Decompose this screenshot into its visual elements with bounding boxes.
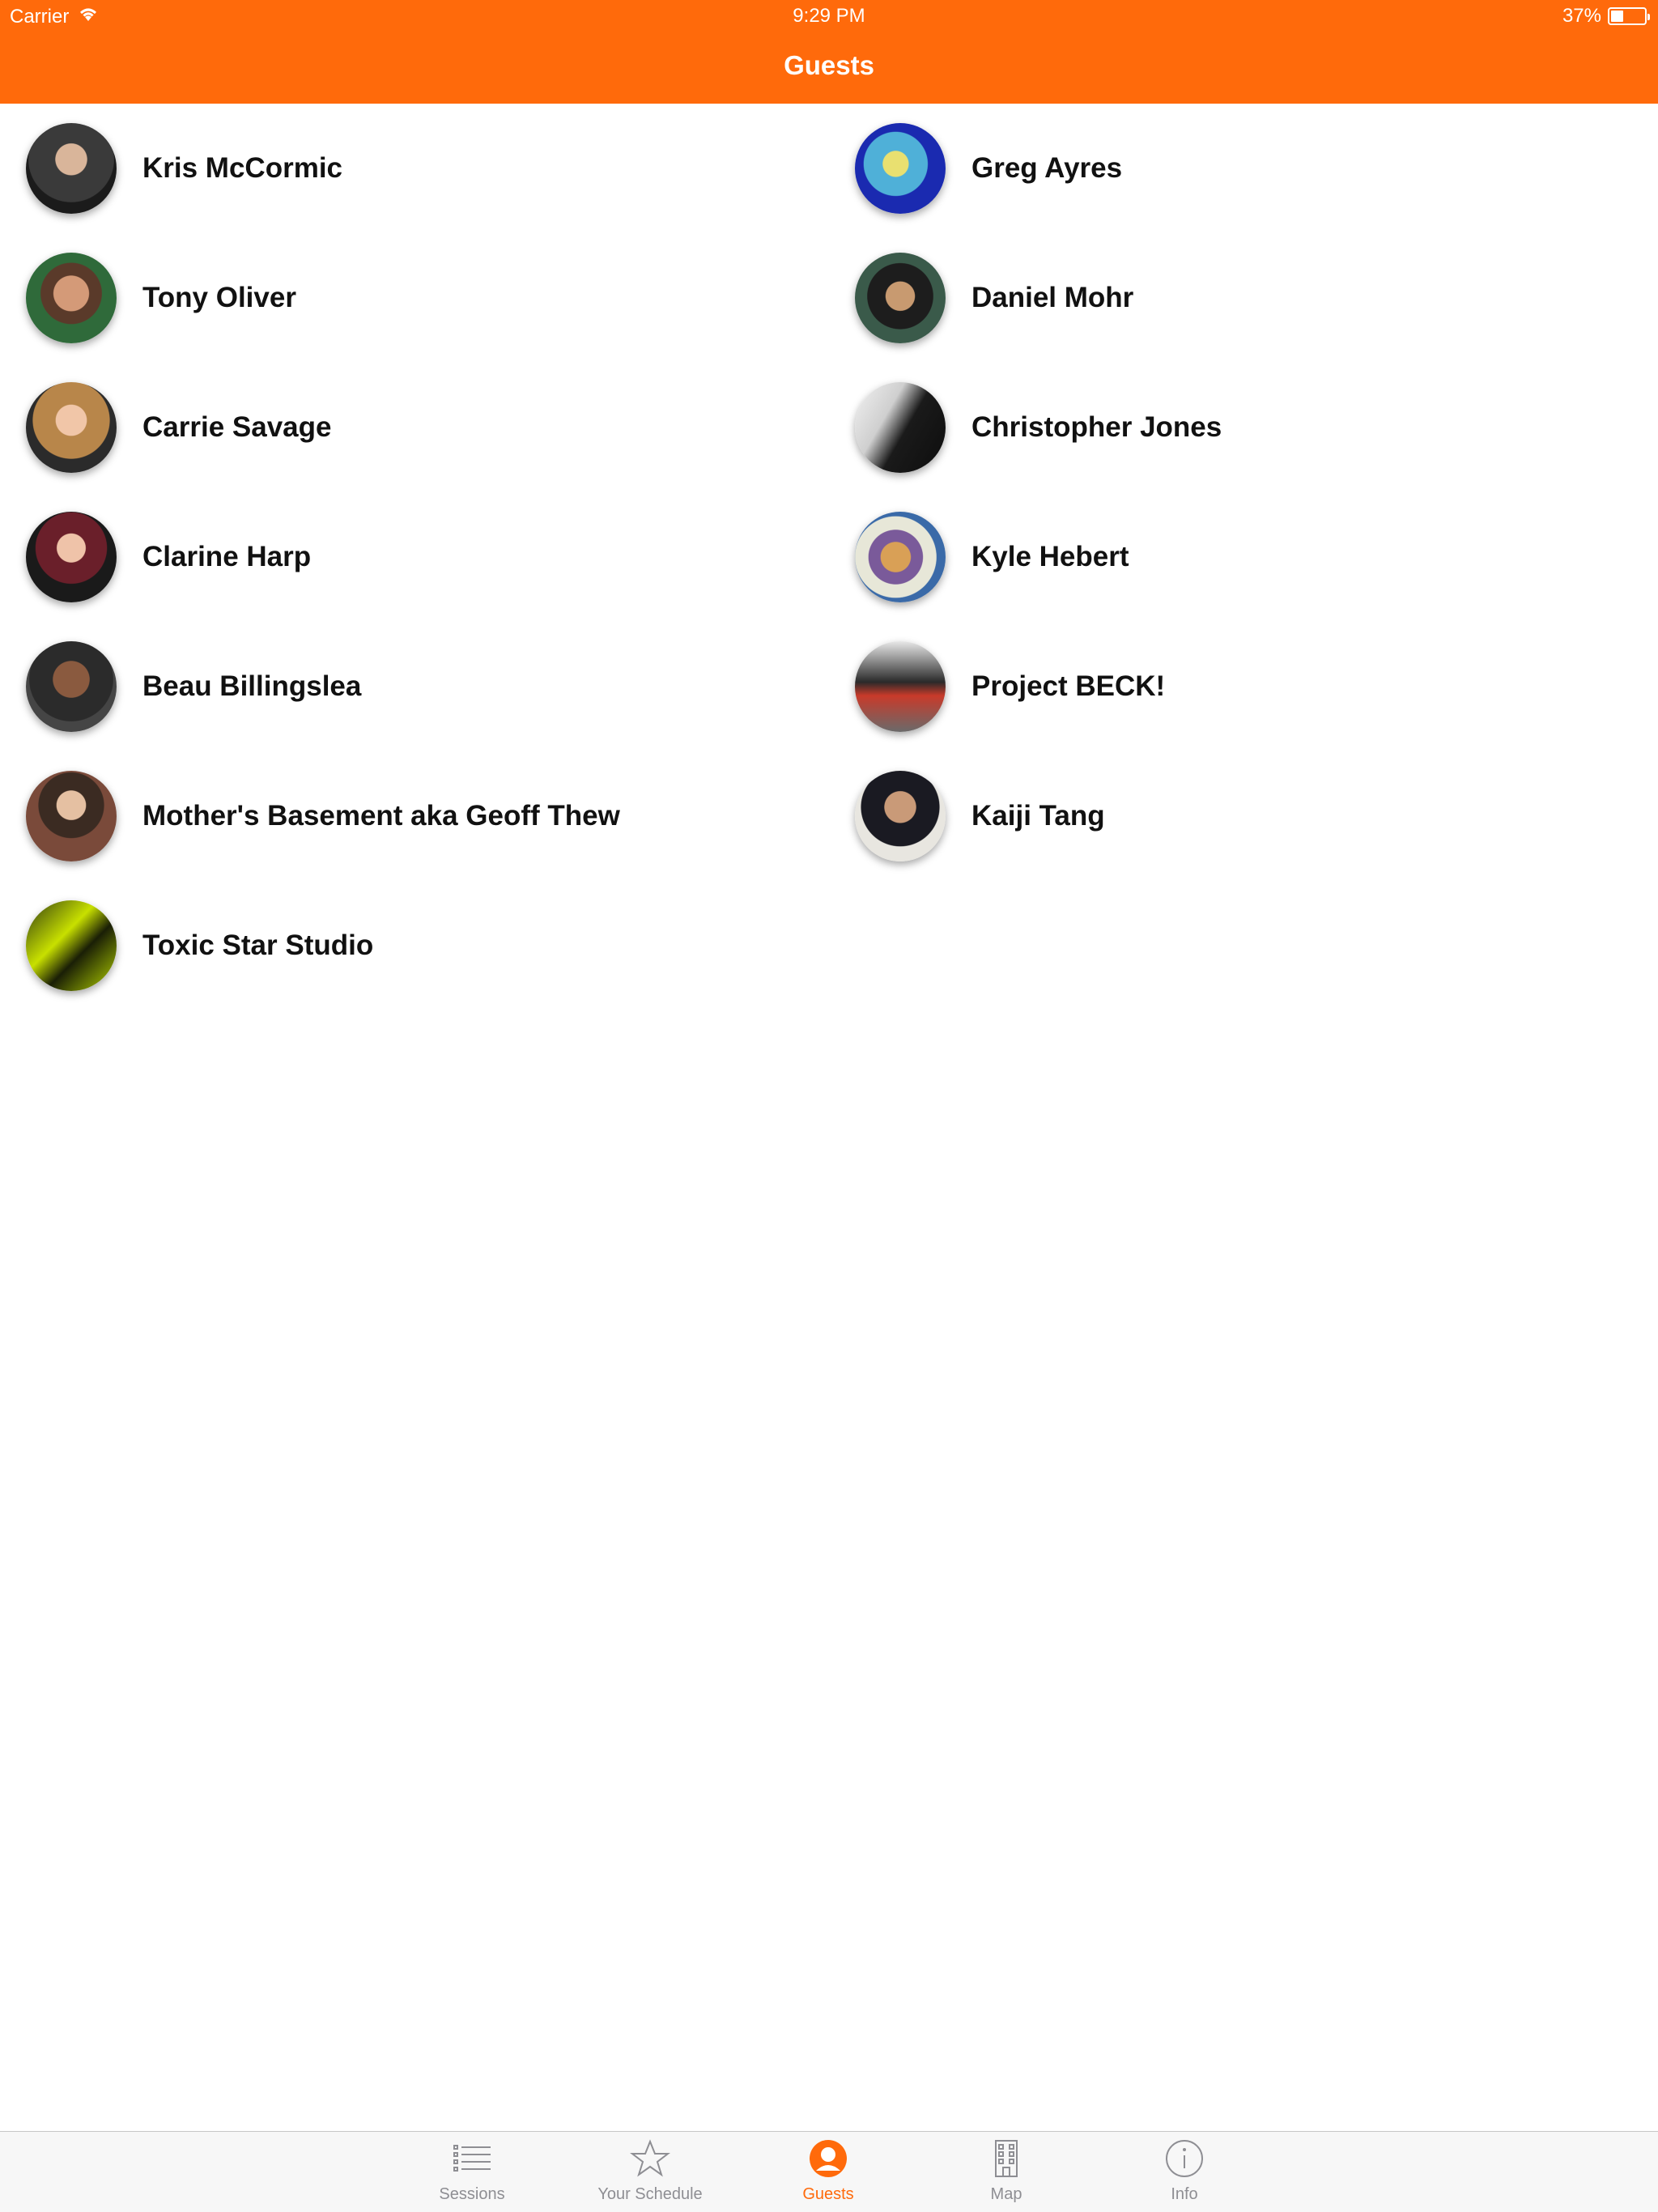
- guest-cell-greg-ayres[interactable]: Greg Ayres: [855, 104, 1658, 233]
- tab-map[interactable]: Map: [925, 2132, 1087, 2212]
- guest-name: Toxic Star Studio: [142, 929, 374, 961]
- guest-name: Carrie Savage: [142, 411, 332, 443]
- guest-cell-project-beck[interactable]: Project BECK!: [855, 622, 1658, 751]
- page-title: Guests: [784, 50, 874, 80]
- battery-icon: [1608, 7, 1650, 25]
- guest-name: Christopher Jones: [971, 411, 1222, 443]
- guest-cell-clarine-harp[interactable]: Clarine Harp: [26, 492, 835, 622]
- avatar: [855, 512, 946, 602]
- avatar: [26, 123, 117, 214]
- guest-cell-tony-oliver[interactable]: Tony Oliver: [26, 233, 835, 363]
- avatar: [26, 253, 117, 343]
- guest-cell-beau-billingslea[interactable]: Beau Billingslea: [26, 622, 835, 751]
- battery-percent: 37%: [1562, 5, 1601, 27]
- status-time: 9:29 PM: [793, 5, 865, 27]
- tab-info[interactable]: Info: [1103, 2132, 1265, 2212]
- guest-name: Kris McCormic: [142, 152, 343, 184]
- guest-name: Kaiji Tang: [971, 800, 1105, 832]
- tab-label: Info: [1171, 2185, 1198, 2203]
- avatar: [26, 900, 117, 991]
- tab-guests[interactable]: Guests: [747, 2132, 909, 2212]
- person-icon: [808, 2138, 848, 2179]
- avatar: [26, 512, 117, 602]
- avatar: [26, 382, 117, 473]
- guest-name: Project BECK!: [971, 670, 1166, 702]
- guest-name: Daniel Mohr: [971, 282, 1134, 313]
- list-icon: [452, 2138, 492, 2179]
- guest-name: Clarine Harp: [142, 541, 312, 572]
- status-bar: Carrier 9:29 PM 37%: [0, 0, 1658, 32]
- tab-label: Sessions: [439, 2185, 505, 2203]
- guest-name: Tony Oliver: [142, 282, 296, 313]
- avatar: [855, 253, 946, 343]
- guest-name: Greg Ayres: [971, 152, 1123, 184]
- info-icon: [1164, 2138, 1205, 2179]
- navigation-header: Carrier 9:29 PM 37% Guests: [0, 0, 1658, 104]
- guest-cell-carrie-savage[interactable]: Carrie Savage: [26, 363, 835, 492]
- avatar: [26, 641, 117, 732]
- building-icon: [986, 2138, 1027, 2179]
- tab-label: Guests: [802, 2185, 854, 2203]
- status-right: 37%: [1562, 5, 1650, 28]
- guest-name: Mother's Basement aka Geoff Thew: [142, 800, 620, 832]
- guest-cell-daniel-mohr[interactable]: Daniel Mohr: [855, 233, 1658, 363]
- guest-name: Kyle Hebert: [971, 541, 1129, 572]
- guest-cell-mothers-basement[interactable]: Mother's Basement aka Geoff Thew: [26, 751, 835, 881]
- guest-cell-kris-mccormic[interactable]: Kris McCormic: [26, 104, 835, 233]
- tab-your-schedule[interactable]: Your Schedule: [569, 2132, 731, 2212]
- guest-cell-kaiji-tang[interactable]: Kaiji Tang: [855, 751, 1658, 881]
- avatar: [26, 771, 117, 861]
- tab-bar: Sessions Your Schedule Guests Map Info: [0, 2131, 1658, 2212]
- tab-sessions[interactable]: Sessions: [391, 2132, 553, 2212]
- guest-name: Beau Billingslea: [142, 670, 362, 702]
- star-icon: [630, 2138, 670, 2179]
- avatar: [855, 641, 946, 732]
- tab-label: Your Schedule: [597, 2185, 703, 2203]
- guest-cell-toxic-star-studio[interactable]: Toxic Star Studio: [26, 881, 835, 1010]
- tab-label: Map: [990, 2185, 1022, 2203]
- avatar: [855, 123, 946, 214]
- guest-cell-kyle-hebert[interactable]: Kyle Hebert: [855, 492, 1658, 622]
- guest-cell-christopher-jones[interactable]: Christopher Jones: [855, 363, 1658, 492]
- avatar: [855, 771, 946, 861]
- avatar: [855, 382, 946, 473]
